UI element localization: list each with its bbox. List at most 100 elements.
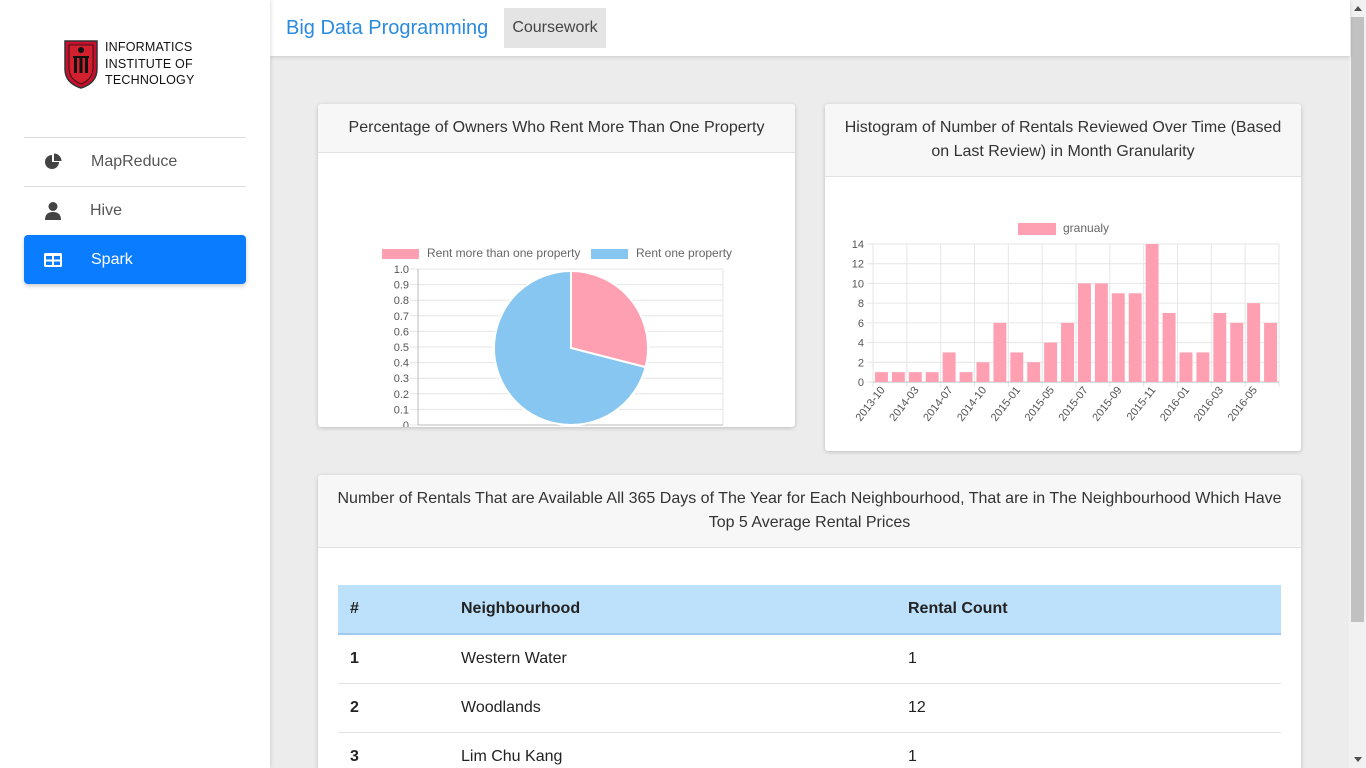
- histogram-bar: [1061, 322, 1074, 382]
- y-tick-label: 0.4: [394, 358, 409, 370]
- x-tick-label: 2015-07: [1057, 384, 1091, 423]
- user-icon: [43, 201, 63, 221]
- y-tick-label: 10: [852, 278, 864, 290]
- histogram-bar: [1230, 322, 1244, 382]
- y-tick-label: 0.9: [394, 280, 409, 292]
- y-tick-label: 0.2: [394, 389, 409, 401]
- y-tick-label: 8: [858, 298, 864, 310]
- column-header[interactable]: Rental Count: [908, 585, 1281, 635]
- x-tick-label: 2015-05: [1023, 384, 1057, 423]
- legend-label: granualy: [1063, 221, 1109, 235]
- histogram-bar: [875, 372, 888, 382]
- x-tick-label: 2015-01: [989, 384, 1023, 423]
- y-tick-label: 0.3: [394, 373, 409, 385]
- table-row[interactable]: 2 Woodlands 12: [338, 683, 1281, 733]
- neighbourhood-table-card: Number of Rentals That are Available All…: [318, 475, 1301, 768]
- histogram-bar: [1264, 322, 1277, 382]
- logo-line: INFORMATICS: [105, 40, 193, 55]
- histogram-bar: [1145, 244, 1159, 382]
- y-tick-label: 2: [858, 357, 864, 369]
- y-tick-label: 0.6: [394, 326, 409, 338]
- histogram-bar: [1213, 313, 1227, 382]
- y-tick-label: 0.7: [394, 311, 409, 323]
- row-index: 2: [338, 683, 461, 733]
- row-index: 1: [338, 634, 461, 684]
- histogram-card: Histogram of Number of Rentals Reviewed …: [825, 104, 1301, 451]
- sidebar-item-hive[interactable]: Hive: [24, 186, 246, 235]
- rental-count-cell: 12: [908, 683, 1281, 733]
- y-tick-label: 12: [852, 259, 864, 271]
- sidebar: INFORMATICS INSTITUTE OF TECHNOLOGY MapR…: [0, 0, 270, 768]
- x-tick-label: 2014-07: [921, 384, 955, 423]
- neighbourhood-table: # Neighbourhood Rental Count 1 Western W…: [338, 585, 1281, 768]
- column-header[interactable]: Neighbourhood: [461, 585, 908, 635]
- sidebar-item-spark[interactable]: Spark: [24, 235, 246, 284]
- histogram-bar: [1196, 352, 1210, 382]
- histogram-bar: [1179, 352, 1193, 382]
- y-tick-label: 0.8: [394, 295, 409, 307]
- neighbourhood-cell: Woodlands: [461, 683, 908, 733]
- sidebar-item-label: MapReduce: [91, 153, 178, 170]
- histogram-bar: [1162, 313, 1176, 382]
- legend-swatch: [1018, 223, 1056, 235]
- logo-line: INSTITUTE OF: [105, 56, 193, 71]
- pie-chart-card: Percentage of Owners Who Rent More Than …: [318, 104, 795, 427]
- sidebar-item-label: Hive: [90, 202, 123, 219]
- y-tick-label: 4: [858, 338, 864, 350]
- x-tick-label: 2015-11: [1125, 384, 1159, 423]
- logo-line: TECHNOLOGY: [105, 73, 195, 88]
- y-tick-label: 0.1: [394, 404, 409, 416]
- card-title: Number of Rentals That are Available All…: [318, 475, 1301, 548]
- x-tick-label: 2016-03: [1192, 384, 1226, 423]
- x-tick-label: 2016-01: [1158, 384, 1192, 423]
- table-row[interactable]: 3 Lim Chu Kang 1: [338, 732, 1281, 768]
- top-navbar: Big Data Programming Coursework: [270, 0, 1350, 56]
- y-tick-label: 0: [403, 420, 409, 427]
- page-scrollbar[interactable]: [1349, 0, 1366, 768]
- x-tick-label: 2016-05: [1226, 384, 1260, 423]
- histogram-bar: [908, 372, 922, 382]
- legend-swatch: [591, 249, 628, 259]
- x-tick-label: 2014-10: [955, 384, 989, 423]
- app-title[interactable]: Big Data Programming: [286, 17, 488, 40]
- breadcrumb-coursework[interactable]: Coursework: [504, 8, 606, 48]
- histogram-bar: [1044, 342, 1058, 382]
- histogram-bar: [959, 372, 973, 382]
- scroll-down-arrow-icon[interactable]: [1349, 751, 1366, 768]
- histogram-bar: [976, 362, 990, 382]
- histogram-bar: [1078, 283, 1091, 382]
- histogram-bar: [942, 352, 956, 382]
- histogram-bar: [1128, 293, 1142, 382]
- sidebar-item-mapreduce[interactable]: MapReduce: [24, 137, 246, 186]
- histogram-bar: [1027, 362, 1041, 382]
- histogram-chart: granualy 14 12 10 8 6 4 2 02013-10 2014-03 2014-07…: [852, 221, 1280, 424]
- y-tick-label: 6: [858, 318, 864, 330]
- x-tick-label: 2015-09: [1090, 384, 1124, 423]
- legend-swatch: [382, 249, 419, 259]
- row-index: 3: [338, 732, 461, 768]
- pie-chart-icon: [43, 152, 63, 172]
- y-tick-label: 0: [858, 377, 864, 389]
- column-header[interactable]: #: [338, 585, 461, 635]
- sidebar-nav: MapReduce Hive Spark: [24, 137, 246, 284]
- sidebar-item-label: Spark: [91, 250, 133, 268]
- y-tick-label: 0.5: [394, 342, 409, 354]
- histogram-bar: [1111, 293, 1125, 382]
- shield-logo-icon: [64, 40, 98, 89]
- table-row[interactable]: 1 Western Water 1: [338, 634, 1281, 684]
- rental-count-cell: 1: [908, 732, 1281, 768]
- legend-label: Rent more than one property: [427, 246, 580, 260]
- histogram-bar: [1010, 352, 1024, 382]
- card-title: Histogram of Number of Rentals Reviewed …: [825, 104, 1301, 177]
- histogram-bar: [1247, 303, 1261, 382]
- histogram-bar: [1094, 283, 1108, 382]
- table-icon: [43, 250, 63, 270]
- x-tick-label: 2014-03: [887, 384, 921, 423]
- iit-logo[interactable]: INFORMATICS INSTITUTE OF TECHNOLOGY: [63, 39, 195, 89]
- scrollbar-thumb[interactable]: [1351, 17, 1364, 622]
- logo-text: INFORMATICS INSTITUTE OF TECHNOLOGY: [105, 39, 195, 89]
- x-tick-label: 2013-10: [854, 384, 888, 423]
- rental-count-cell: 1: [908, 634, 1281, 684]
- scroll-up-arrow-icon[interactable]: [1349, 0, 1366, 17]
- histogram-bar: [891, 372, 905, 382]
